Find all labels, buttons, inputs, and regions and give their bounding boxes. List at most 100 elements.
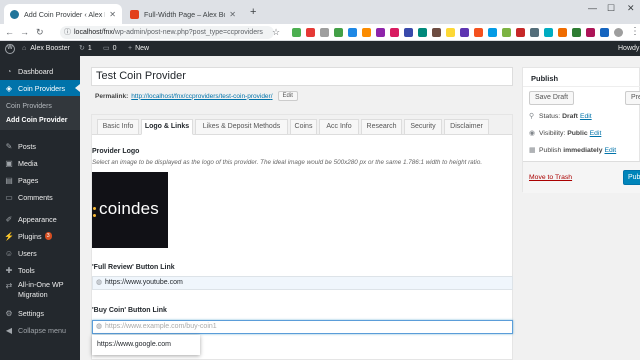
sidebar-item-appearance[interactable]: ✐ Appearance bbox=[0, 211, 80, 227]
new-tab-button[interactable]: + bbox=[250, 6, 256, 18]
move-to-trash-link[interactable]: Move to Trash bbox=[529, 174, 572, 181]
close-tab-icon[interactable]: ✕ bbox=[109, 10, 116, 19]
extension-icon[interactable] bbox=[544, 28, 553, 37]
extension-icon[interactable] bbox=[348, 28, 357, 37]
sidebar-item-media[interactable]: ▣ Media bbox=[0, 155, 80, 171]
submenu-item-add-coin-provider[interactable]: Add Coin Provider bbox=[6, 117, 67, 124]
sidebar-item-plugins[interactable]: ⚡ Plugins 3 bbox=[0, 228, 80, 244]
provider-logo-image[interactable]: coindes bbox=[92, 172, 168, 248]
autocomplete-suggestion[interactable]: https://www.google.com bbox=[92, 335, 200, 355]
browser-menu-icon[interactable]: ⋮ bbox=[630, 26, 640, 37]
browser-tab-full-width-page[interactable]: Full-Width Page – Alex Booster ✕ bbox=[124, 4, 242, 24]
tab-disclaimer[interactable]: Disclaimer bbox=[444, 119, 489, 135]
preview-button[interactable]: Preview bbox=[625, 91, 640, 105]
extension-icon[interactable] bbox=[362, 28, 371, 37]
wp-logo-button[interactable]: W bbox=[5, 41, 15, 56]
sidebar-item-label: Posts bbox=[18, 141, 36, 151]
permalink-edit-button[interactable]: Edit bbox=[277, 91, 298, 101]
minimize-icon[interactable]: — bbox=[588, 3, 597, 13]
sidebar-item-dashboard[interactable]: ◔ Dashboard bbox=[0, 63, 80, 79]
collapse-menu-button[interactable]: ◀ Collapse menu bbox=[0, 322, 80, 338]
howdy-account-link[interactable]: Howdy bbox=[618, 41, 639, 56]
extension-icon[interactable] bbox=[502, 28, 511, 37]
globe-icon: ◍ bbox=[96, 323, 103, 330]
sidebar-item-label-line1: All-in-One WP bbox=[18, 280, 64, 289]
extension-icon[interactable] bbox=[404, 28, 413, 37]
reload-icon[interactable]: ↻ bbox=[36, 27, 44, 38]
extension-icon[interactable] bbox=[516, 28, 525, 37]
extension-icon[interactable] bbox=[558, 28, 567, 37]
sidebar-item-posts[interactable]: ✎ Posts bbox=[0, 138, 80, 154]
sidebar-item-pages[interactable]: ▤ Pages bbox=[0, 172, 80, 188]
extension-icon[interactable] bbox=[460, 28, 469, 37]
sidebar-item-label: Users bbox=[18, 248, 37, 258]
publish-box: Publish Save Draft Preview ⚲ Status: Dra… bbox=[522, 67, 640, 193]
close-tab-icon[interactable]: ✕ bbox=[229, 10, 236, 19]
sidebar-item-all-in-one-wp-migration[interactable]: ⇄ All-in-One WP Migration bbox=[0, 279, 80, 303]
address-bar[interactable]: ⓘ localhost/fnx/wp-admin/post-new.php?po… bbox=[60, 26, 274, 39]
tab-acc-info[interactable]: Acc Info bbox=[319, 119, 359, 135]
updates-link[interactable]: ↻ 1 bbox=[79, 41, 92, 56]
buy-coin-link-input[interactable]: ◍ https://www.example.com/buy-coin1 bbox=[92, 320, 513, 334]
sidebar-item-tools[interactable]: ✚ Tools bbox=[0, 262, 80, 278]
coin-provider-metabox: Basic Info Logo & Links Likes & Deposit … bbox=[91, 114, 513, 360]
logo-dot bbox=[93, 214, 96, 217]
status-edit-link[interactable]: Edit bbox=[580, 113, 592, 120]
sidebar-item-users[interactable]: ☺ Users bbox=[0, 245, 80, 261]
tab-logo-links[interactable]: Logo & Links bbox=[141, 119, 193, 135]
tab-security[interactable]: Security bbox=[404, 119, 442, 135]
logo-text: coindes bbox=[99, 199, 159, 218]
save-draft-button[interactable]: Save Draft bbox=[529, 91, 575, 105]
collapse-icon: ◀ bbox=[5, 325, 13, 335]
publish-value: immediately bbox=[563, 146, 603, 154]
info-icon[interactable]: ⓘ bbox=[64, 26, 71, 39]
media-icon: ▣ bbox=[5, 158, 13, 168]
submenu-item-coin-providers[interactable]: Coin Providers bbox=[6, 103, 52, 110]
bookmark-star-icon[interactable]: ☆ bbox=[272, 27, 280, 38]
extension-icon[interactable] bbox=[572, 28, 581, 37]
calendar-icon: ▦ bbox=[529, 147, 536, 154]
extension-icon[interactable] bbox=[530, 28, 539, 37]
site-name-link[interactable]: ⌂ Alex Booster bbox=[22, 41, 70, 56]
extension-icon[interactable] bbox=[432, 28, 441, 37]
extension-icon[interactable] bbox=[320, 28, 329, 37]
visibility-label: Visibility: bbox=[539, 129, 566, 137]
post-title-input[interactable]: Test Coin Provider bbox=[91, 67, 513, 86]
tab-title: Full-Width Page – Alex Booster bbox=[144, 9, 225, 19]
updates-icon: ↻ bbox=[79, 45, 85, 52]
extension-icon[interactable] bbox=[418, 28, 427, 37]
maximize-icon[interactable]: ☐ bbox=[607, 3, 615, 14]
sidebar-item-label: Pages bbox=[18, 175, 39, 185]
extension-icon[interactable] bbox=[586, 28, 595, 37]
comments-link[interactable]: ▭ 0 bbox=[103, 41, 117, 56]
tab-coins[interactable]: Coins bbox=[290, 119, 317, 135]
extension-icon[interactable] bbox=[488, 28, 497, 37]
tab-basic-info[interactable]: Basic Info bbox=[97, 119, 139, 135]
extension-icon[interactable] bbox=[306, 28, 315, 37]
visibility-edit-link[interactable]: Edit bbox=[590, 130, 602, 137]
comments-icon: ▭ bbox=[5, 192, 13, 202]
profile-icon[interactable] bbox=[614, 28, 623, 37]
extension-icon[interactable] bbox=[334, 28, 343, 37]
publish-button[interactable]: Publish bbox=[623, 170, 640, 185]
back-icon[interactable]: ← bbox=[5, 27, 14, 37]
extension-icon[interactable] bbox=[600, 28, 609, 37]
sidebar-item-coin-providers[interactable]: ◈ Coin Providers bbox=[0, 80, 80, 96]
close-window-icon[interactable]: ✕ bbox=[627, 3, 635, 14]
sidebar-item-label: Tools bbox=[18, 265, 35, 275]
tab-research[interactable]: Research bbox=[361, 119, 402, 135]
tab-likes-deposit-methods[interactable]: Likes & Deposit Methods bbox=[195, 119, 288, 135]
extension-icon[interactable] bbox=[292, 28, 301, 37]
sidebar-item-settings[interactable]: ⚙ Settings bbox=[0, 305, 80, 321]
schedule-edit-link[interactable]: Edit bbox=[604, 147, 616, 154]
extension-icon[interactable] bbox=[376, 28, 385, 37]
browser-tab-add-coin-provider[interactable]: Add Coin Provider ‹ Alex Booster ✕ bbox=[4, 4, 122, 24]
forward-icon[interactable]: → bbox=[20, 27, 29, 37]
permalink-link[interactable]: http://localhost/fnx/ccproviders/test-co… bbox=[131, 93, 272, 100]
extension-icon[interactable] bbox=[390, 28, 399, 37]
extension-icon[interactable] bbox=[474, 28, 483, 37]
new-content-link[interactable]: + New bbox=[128, 41, 149, 56]
extension-icon[interactable] bbox=[446, 28, 455, 37]
full-review-link-input[interactable]: ◍ https://www.youtube.com bbox=[92, 276, 513, 290]
sidebar-item-comments[interactable]: ▭ Comments bbox=[0, 189, 80, 205]
